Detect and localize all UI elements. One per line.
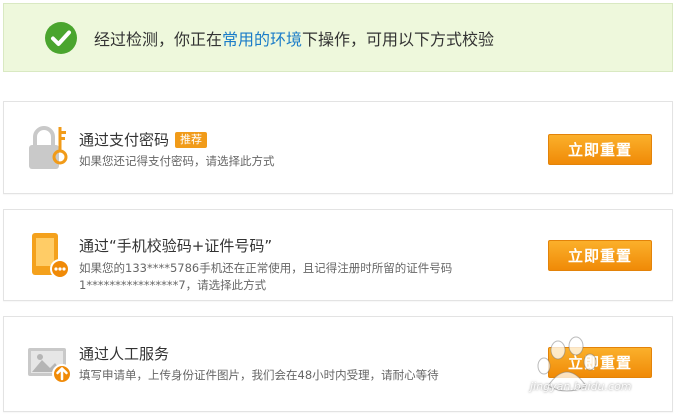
id-card-upload-icon	[28, 348, 72, 384]
notice-prefix: 经过检测，你正在	[94, 29, 223, 49]
verification-notice: 经过检测，你正在常用的环境下操作，可用以下方式校验	[3, 3, 673, 72]
method-title-text: 通过支付密码	[79, 131, 170, 149]
recommended-badge: 推荐	[175, 132, 208, 148]
phone-icon	[32, 233, 70, 279]
notice-text: 经过检测，你正在常用的环境下操作，可用以下方式校验	[94, 26, 494, 50]
method-desc: 如果您还记得支付密码，请选择此方式	[79, 154, 275, 168]
reset-button-phone-id[interactable]: 立即重置	[548, 240, 652, 271]
reset-button-manual-service[interactable]: 立即重置	[548, 347, 652, 378]
lock-key-icon	[29, 126, 68, 169]
method-card-phone-id: 通过“手机校验码+证件号码” 如果您的133****5786手机还在正常使用，且…	[3, 209, 673, 301]
method-card-manual-service: 通过人工服务 填写申请单，上传身份证件图片，我们会在48小时内受理，请耐心等待 …	[3, 316, 673, 412]
watermark-text: jingyan.baidu.com	[530, 380, 632, 393]
method-desc: 填写申请单，上传身份证件图片，我们会在48小时内受理，请耐心等待	[79, 368, 439, 382]
method-desc: 如果您的133****5786手机还在正常使用，且记得注册时所留的证件号码1**…	[79, 261, 453, 292]
method-title: 通过人工服务	[79, 345, 170, 363]
method-card-payment-password: 通过支付密码 推荐 如果您还记得支付密码，请选择此方式 立即重置	[3, 101, 673, 194]
notice-highlight: 常用的环境	[222, 29, 303, 49]
reset-button-payment-password[interactable]: 立即重置	[548, 134, 652, 165]
method-title: 通过支付密码 推荐	[79, 129, 208, 150]
check-circle-icon	[45, 21, 77, 54]
notice-suffix: 下操作，可用以下方式校验	[302, 29, 495, 49]
method-title: 通过“手机校验码+证件号码”	[79, 237, 273, 255]
